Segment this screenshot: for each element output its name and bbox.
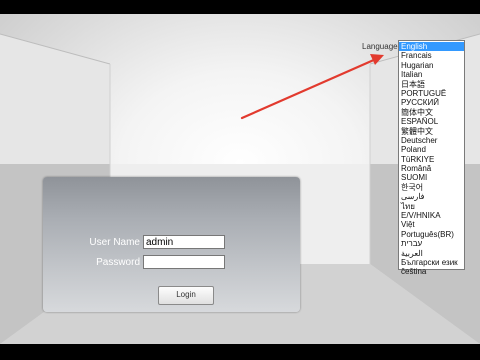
username-label: User Name <box>89 237 140 248</box>
language-option[interactable]: فارسی <box>399 192 464 201</box>
language-option[interactable]: Việt <box>399 220 464 229</box>
language-option[interactable]: Română <box>399 164 464 173</box>
language-option[interactable]: Български език <box>399 258 464 267</box>
language-option[interactable]: עברית <box>399 239 464 248</box>
language-option[interactable]: TüRKIYE <box>399 155 464 164</box>
language-option[interactable]: ไทย <box>399 202 464 211</box>
language-option[interactable]: العربية <box>399 249 464 258</box>
language-option[interactable]: Poland <box>399 145 464 154</box>
language-option[interactable]: Ε/V/HNIKA <box>399 211 464 220</box>
password-input[interactable] <box>143 255 225 269</box>
username-input[interactable] <box>143 235 225 249</box>
language-option[interactable]: 簡体中文 <box>399 108 464 117</box>
language-option[interactable]: Português(BR) <box>399 230 464 239</box>
language-option[interactable]: Italian <box>399 70 464 79</box>
language-option[interactable]: Deutscher <box>399 136 464 145</box>
language-option[interactable]: 日本語 <box>399 80 464 89</box>
login-panel: User Name Password Login <box>43 177 300 312</box>
language-dropdown-list[interactable]: English Francais Hugarian Italian 日本語 PORTUGU… <box>398 40 465 276</box>
language-option[interactable]: РУССКИЙ <box>399 98 464 107</box>
language-option[interactable]: ESPAÑOL <box>399 117 464 126</box>
language-option[interactable]: Hugarian <box>399 61 464 70</box>
language-option[interactable]: PORTUGUÊ <box>399 89 464 98</box>
language-option[interactable]: Francais <box>399 51 464 60</box>
login-page: Language English Francais Hugarian Italian 日… <box>0 14 480 344</box>
language-option[interactable]: SUOMI <box>399 173 464 182</box>
language-option[interactable]: 한국어 <box>399 183 464 192</box>
login-button[interactable]: Login <box>158 286 214 305</box>
password-label: Password <box>96 257 140 268</box>
language-option[interactable]: čeština <box>399 267 464 276</box>
language-option[interactable]: 繁體中文 <box>399 127 464 136</box>
language-label: Language <box>362 42 398 51</box>
language-option[interactable]: English <box>399 42 464 52</box>
